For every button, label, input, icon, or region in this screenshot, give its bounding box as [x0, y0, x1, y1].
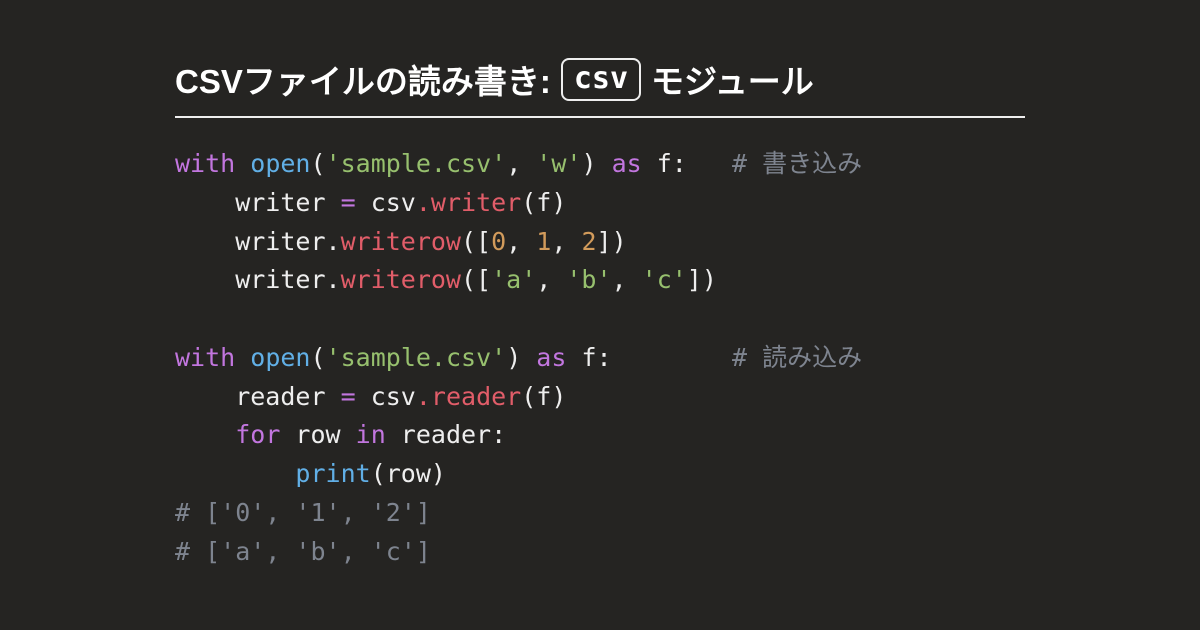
title-badge: csv [561, 58, 641, 101]
code-token: writerow [341, 265, 461, 294]
code-line: writer.writerow(['a', 'b', 'c']) [175, 261, 1025, 300]
title-post: モジュール [651, 55, 814, 103]
code-token: 'w' [536, 149, 581, 178]
code-token: 2 [581, 227, 596, 256]
code-token: = [341, 188, 356, 217]
code-line: with open('sample.csv', 'w') as f: # 書き込… [175, 145, 1025, 184]
code-token: ([ [461, 227, 491, 256]
code-token [175, 459, 295, 488]
code-token: writer [175, 188, 341, 217]
code-token [235, 343, 250, 372]
code-token: f: [566, 343, 732, 372]
code-token: , [551, 227, 581, 256]
code-token [235, 149, 250, 178]
code-token: (row) [371, 459, 446, 488]
code-token: # 読み込み [732, 343, 862, 372]
title-pre: CSVファイルの読み書き: [175, 55, 551, 103]
code-token: . [416, 188, 431, 217]
code-token: row [280, 420, 355, 449]
code-token: 1 [536, 227, 551, 256]
code-token: csv [356, 382, 416, 411]
code-token: (f) [521, 382, 566, 411]
code-token: open [250, 343, 310, 372]
code-token: reader [175, 382, 341, 411]
code-token: print [295, 459, 370, 488]
code-token: ]) [597, 227, 627, 256]
code-token: writer. [175, 265, 341, 294]
code-token: , [612, 265, 642, 294]
code-token: , [536, 265, 566, 294]
code-token: as [536, 343, 566, 372]
code-token: csv [356, 188, 416, 217]
code-token: writer [431, 188, 521, 217]
code-token: as [612, 149, 642, 178]
code-token: # ['0', '1', '2'] [175, 498, 431, 527]
code-token: reader [431, 382, 521, 411]
code-token: 'b' [566, 265, 611, 294]
code-token [175, 420, 235, 449]
code-line: with open('sample.csv') as f: # 読み込み [175, 339, 1025, 378]
code-token: writer. [175, 227, 341, 256]
code-token: , [506, 149, 536, 178]
code-line: reader = csv.reader(f) [175, 378, 1025, 417]
code-token: ]) [687, 265, 717, 294]
code-token: in [356, 420, 386, 449]
code-line: # ['0', '1', '2'] [175, 494, 1025, 533]
code-line: writer = csv.writer(f) [175, 184, 1025, 223]
code-line [175, 300, 1025, 339]
code-token: 'a' [491, 265, 536, 294]
code-token: reader: [386, 420, 506, 449]
page-title: CSVファイルの読み書き: csv モジュール [175, 55, 1025, 118]
code-line: print(row) [175, 455, 1025, 494]
code-line: for row in reader: [175, 416, 1025, 455]
code-token: ([ [461, 265, 491, 294]
code-token: ) [506, 343, 536, 372]
code-token: open [250, 149, 310, 178]
code-token: ) [581, 149, 611, 178]
code-token: # ['a', 'b', 'c'] [175, 537, 431, 566]
code-token: ( [311, 149, 326, 178]
code-token: for [235, 420, 280, 449]
code-token: (f) [521, 188, 566, 217]
code-token: 'sample.csv' [326, 149, 507, 178]
code-token: = [341, 382, 356, 411]
code-token: ( [311, 343, 326, 372]
code-token: 0 [491, 227, 506, 256]
code-token: with [175, 343, 235, 372]
code-token: f: [642, 149, 732, 178]
code-line: # ['a', 'b', 'c'] [175, 533, 1025, 572]
code-token: with [175, 149, 235, 178]
code-block: with open('sample.csv', 'w') as f: # 書き込… [175, 145, 1025, 571]
code-token: 'sample.csv' [326, 343, 507, 372]
code-token: . [416, 382, 431, 411]
code-token: writerow [341, 227, 461, 256]
code-token: # 書き込み [732, 149, 862, 178]
code-line: writer.writerow([0, 1, 2]) [175, 223, 1025, 262]
code-token: 'c' [642, 265, 687, 294]
code-token: , [506, 227, 536, 256]
